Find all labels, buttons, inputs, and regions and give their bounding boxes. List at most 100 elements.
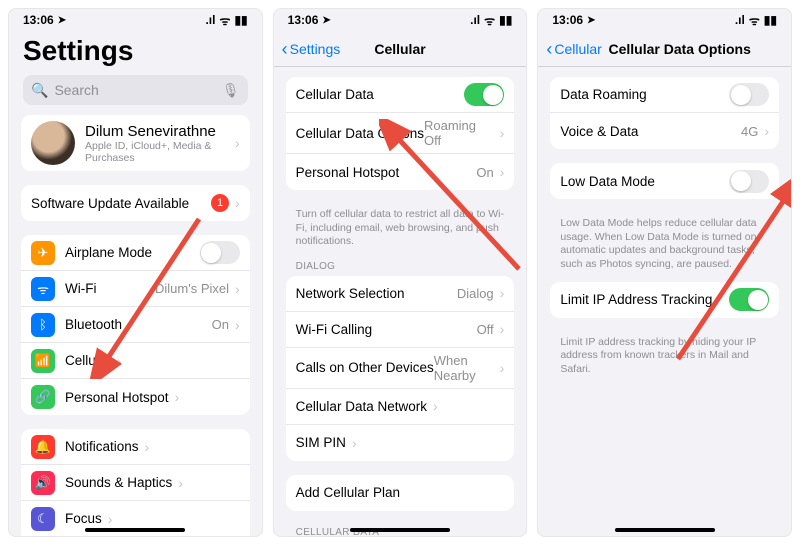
calls-other-label: Calls on Other Devices bbox=[296, 360, 434, 375]
avatar bbox=[31, 121, 75, 165]
software-update-label: Software Update Available bbox=[31, 196, 189, 211]
airplane-toggle[interactable] bbox=[200, 241, 240, 264]
voice-data-row[interactable]: Voice & Data 4G › bbox=[550, 113, 779, 149]
voice-data-value: 4G bbox=[741, 124, 758, 139]
status-bar: 13:06 ➤ .ıl ᯤ ▮▮ bbox=[274, 9, 527, 31]
cellular-data-options-value: Roaming Off bbox=[424, 118, 494, 148]
nav-bar: ‹ Cellular Cellular Data Options bbox=[538, 31, 791, 67]
network-selection-label: Network Selection bbox=[296, 286, 405, 301]
low-data-mode-row[interactable]: Low Data Mode bbox=[550, 163, 779, 199]
cellular-data-label: Cellular Data bbox=[296, 87, 374, 102]
chevron-right-icon: › bbox=[178, 475, 183, 491]
wifi-calling-label: Wi-Fi Calling bbox=[296, 322, 373, 337]
chevron-right-icon: › bbox=[500, 360, 505, 376]
data-roaming-toggle[interactable] bbox=[729, 83, 769, 106]
chevron-right-icon: › bbox=[500, 285, 505, 301]
search-placeholder: Search bbox=[54, 82, 98, 98]
low-data-toggle[interactable] bbox=[729, 170, 769, 193]
cellular-row[interactable]: 📶 Cellular › bbox=[21, 343, 250, 379]
limit-ip-label: Limit IP Address Tracking bbox=[560, 292, 712, 307]
signal-icon: .ıl bbox=[205, 13, 215, 27]
status-bar: 13:06 ➤ .ıl ᯤ ▮▮ bbox=[9, 9, 262, 31]
limit-ip-tracking-row[interactable]: Limit IP Address Tracking bbox=[550, 282, 779, 318]
nav-bar: ‹ Settings Cellular bbox=[274, 31, 527, 67]
battery-icon: ▮▮ bbox=[764, 13, 777, 27]
airplane-mode-row[interactable]: ✈ Airplane Mode bbox=[21, 235, 250, 271]
chevron-right-icon: › bbox=[500, 321, 505, 337]
back-label: Settings bbox=[290, 41, 341, 57]
status-time: 13:06 bbox=[288, 13, 319, 27]
hotspot-value: On bbox=[476, 165, 493, 180]
wifi-row[interactable]: ᯤ Wi-Fi Dilum's Pixel › bbox=[21, 271, 250, 307]
cdn-label: Cellular Data Network bbox=[296, 399, 427, 414]
chevron-right-icon: › bbox=[352, 435, 357, 451]
mic-icon[interactable]: 🎙 bbox=[222, 82, 240, 99]
data-roaming-label: Data Roaming bbox=[560, 87, 646, 102]
home-indicator[interactable] bbox=[350, 528, 450, 532]
location-icon: ➤ bbox=[322, 15, 330, 26]
personal-hotspot-row[interactable]: 🔗 Personal Hotspot › bbox=[21, 379, 250, 415]
screen-cellular: 13:06 ➤ .ıl ᯤ ▮▮ ‹ Settings Cellular Cel… bbox=[273, 8, 528, 537]
back-button[interactable]: ‹ Cellular bbox=[546, 40, 601, 58]
wifi-calling-value: Off bbox=[477, 322, 494, 337]
back-button[interactable]: ‹ Settings bbox=[282, 40, 341, 58]
sounds-row[interactable]: 🔊 Sounds & Haptics › bbox=[21, 465, 250, 501]
cellular-footer: Turn off cellular data to restrict all d… bbox=[284, 204, 517, 259]
chevron-right-icon: › bbox=[500, 164, 505, 180]
cellular-icon: 📶 bbox=[31, 349, 55, 373]
notifications-row[interactable]: 🔔 Notifications › bbox=[21, 429, 250, 465]
cellular-data-toggle[interactable] bbox=[464, 83, 504, 106]
cellular-data-network-row[interactable]: Cellular Data Network › bbox=[286, 389, 515, 425]
limit-ip-footer: Limit IP address tracking by hiding your… bbox=[548, 332, 781, 387]
cellular-label: Cellular bbox=[65, 353, 111, 368]
location-icon: ➤ bbox=[587, 15, 595, 26]
search-input[interactable]: 🔍 Search 🎙 bbox=[23, 75, 248, 105]
cellular-data-row[interactable]: Cellular Data bbox=[286, 77, 515, 113]
status-time: 13:06 bbox=[552, 13, 583, 27]
voice-data-label: Voice & Data bbox=[560, 124, 638, 139]
home-indicator[interactable] bbox=[85, 528, 185, 532]
bluetooth-row[interactable]: ᛒ Bluetooth On › bbox=[21, 307, 250, 343]
limit-ip-toggle[interactable] bbox=[729, 288, 769, 311]
chevron-right-icon: › bbox=[235, 317, 240, 333]
data-roaming-row[interactable]: Data Roaming bbox=[550, 77, 779, 113]
wifi-icon: ᯤ bbox=[219, 12, 230, 29]
chevron-right-icon: › bbox=[235, 281, 240, 297]
calls-other-value: When Nearby bbox=[434, 353, 494, 383]
battery-icon: ▮▮ bbox=[499, 13, 512, 27]
add-cellular-plan-row[interactable]: Add Cellular Plan bbox=[286, 475, 515, 511]
profile-name: Dilum Senevirathne bbox=[85, 123, 229, 140]
network-selection-row[interactable]: Network Selection Dialog › bbox=[286, 276, 515, 312]
sounds-label: Sounds & Haptics bbox=[65, 475, 172, 490]
calls-other-devices-row[interactable]: Calls on Other Devices When Nearby › bbox=[286, 348, 515, 389]
nav-title: Cellular Data Options bbox=[609, 41, 751, 57]
chevron-right-icon: › bbox=[175, 389, 180, 405]
hotspot-icon: 🔗 bbox=[31, 385, 55, 409]
settings-scroll[interactable]: 🔍 Search 🎙 Dilum Senevirathne Apple ID, … bbox=[9, 75, 262, 536]
screen-settings: 13:06 ➤ .ıl ᯤ ▮▮ Settings 🔍 Search 🎙 Dil… bbox=[8, 8, 263, 537]
chevron-right-icon: › bbox=[117, 353, 122, 369]
wifi-calling-row[interactable]: Wi-Fi Calling Off › bbox=[286, 312, 515, 348]
chevron-right-icon: › bbox=[235, 195, 240, 211]
low-data-label: Low Data Mode bbox=[560, 174, 655, 189]
add-plan-label: Add Cellular Plan bbox=[296, 485, 400, 500]
low-data-footer: Low Data Mode helps reduce cellular data… bbox=[548, 213, 781, 282]
sim-pin-row[interactable]: SIM PIN › bbox=[286, 425, 515, 461]
personal-hotspot-row[interactable]: Personal Hotspot On › bbox=[286, 154, 515, 190]
chevron-left-icon: ‹ bbox=[282, 40, 288, 58]
cellular-data-options-row[interactable]: Cellular Data Options Roaming Off › bbox=[286, 113, 515, 154]
wifi-label: Wi-Fi bbox=[65, 281, 96, 296]
cellular-scroll[interactable]: Cellular Data Cellular Data Options Roam… bbox=[274, 67, 527, 536]
sim-pin-label: SIM PIN bbox=[296, 435, 346, 450]
chevron-right-icon: › bbox=[108, 511, 113, 527]
options-scroll[interactable]: Data Roaming Voice & Data 4G › Low Data … bbox=[538, 67, 791, 536]
home-indicator[interactable] bbox=[615, 528, 715, 532]
wifi-icon: ᯤ bbox=[484, 12, 495, 29]
cellular-data-options-label: Cellular Data Options bbox=[296, 126, 424, 141]
software-update-row[interactable]: Software Update Available 1 › bbox=[21, 185, 250, 221]
chevron-right-icon: › bbox=[764, 123, 769, 139]
profile-row[interactable]: Dilum Senevirathne Apple ID, iCloud+, Me… bbox=[21, 115, 250, 171]
hotspot-label: Personal Hotspot bbox=[296, 165, 400, 180]
back-label: Cellular bbox=[554, 41, 601, 57]
airplane-icon: ✈ bbox=[31, 241, 55, 265]
